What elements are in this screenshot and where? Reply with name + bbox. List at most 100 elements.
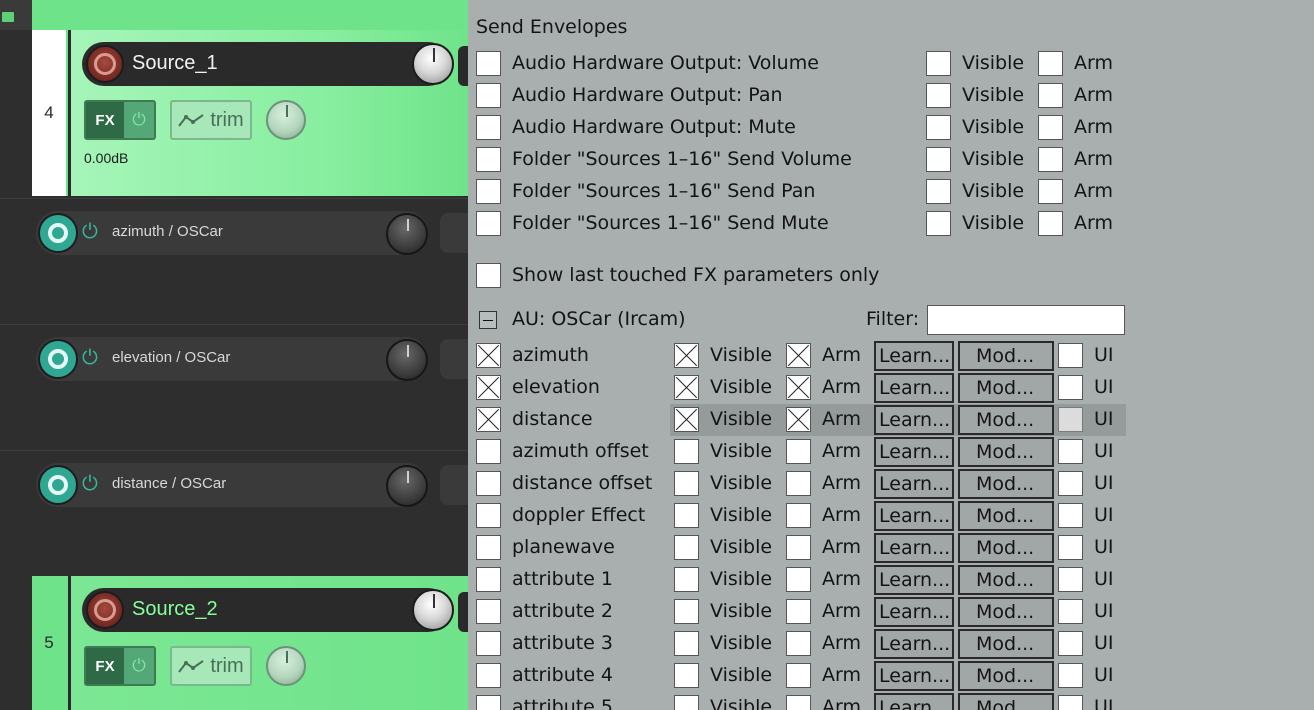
- visible-checkbox[interactable]: [674, 439, 699, 464]
- parameter-checkbox[interactable]: [476, 631, 501, 656]
- visible-checkbox[interactable]: [674, 535, 699, 560]
- learn-button[interactable]: Learn...: [874, 341, 954, 371]
- visible-checkbox[interactable]: [674, 471, 699, 496]
- envelope-value-knob[interactable]: [386, 465, 428, 507]
- send-envelope-checkbox[interactable]: [476, 83, 501, 108]
- parameter-checkbox[interactable]: [476, 695, 501, 710]
- learn-button[interactable]: Learn...: [874, 437, 954, 467]
- ui-checkbox[interactable]: [1058, 343, 1083, 368]
- arm-checkbox[interactable]: [786, 375, 811, 400]
- arm-checkbox[interactable]: [786, 343, 811, 368]
- io-button-stub[interactable]: [458, 592, 468, 632]
- fx-parameter-row[interactable]: doppler Effect Visible Arm Learn... Mod... UI: [468, 500, 1314, 532]
- envelope-name-bar[interactable]: ⏻ elevation / OSCar: [36, 337, 428, 381]
- track-name[interactable]: Source_2: [132, 598, 218, 621]
- mod-button[interactable]: Mod...: [958, 341, 1054, 371]
- fx-parameter-row[interactable]: attribute 3 Visible Arm Learn... Mod... UI: [468, 628, 1314, 660]
- ui-checkbox[interactable]: [1058, 663, 1083, 688]
- record-arm-button[interactable]: [86, 591, 124, 629]
- fx-button[interactable]: FX ⏻: [84, 646, 156, 686]
- envelope-arm-button[interactable]: [38, 213, 78, 253]
- pan-knob[interactable]: [266, 646, 306, 686]
- visible-checkbox[interactable]: [926, 147, 951, 172]
- power-icon[interactable]: ⏻: [82, 347, 98, 370]
- send-envelope-row[interactable]: Folder "Sources 1–16" Send Pan Visible Arm: [468, 176, 1314, 208]
- send-envelope-row[interactable]: Audio Hardware Output: Pan Visible Arm: [468, 80, 1314, 112]
- learn-button[interactable]: Learn...: [874, 469, 954, 499]
- arm-checkbox[interactable]: [786, 599, 811, 624]
- fx-parameter-row[interactable]: attribute 1 Visible Arm Learn... Mod... UI: [468, 564, 1314, 596]
- parameter-checkbox[interactable]: [476, 407, 501, 432]
- send-envelope-checkbox[interactable]: [476, 147, 501, 172]
- send-envelope-checkbox[interactable]: [476, 51, 501, 76]
- ui-checkbox[interactable]: [1058, 695, 1083, 710]
- learn-button[interactable]: Learn...: [874, 501, 954, 531]
- envelope-lane-azimuth[interactable]: ⏻ azimuth / OSCar: [0, 198, 468, 324]
- envelope-mode-stub[interactable]: [440, 465, 468, 505]
- visible-checkbox[interactable]: [674, 631, 699, 656]
- ui-checkbox[interactable]: [1058, 567, 1083, 592]
- arm-checkbox[interactable]: [1038, 147, 1063, 172]
- pan-knob[interactable]: [266, 100, 306, 140]
- ui-checkbox[interactable]: [1058, 407, 1083, 432]
- learn-button[interactable]: Learn...: [874, 629, 954, 659]
- mod-button[interactable]: Mod...: [958, 565, 1054, 595]
- ui-checkbox[interactable]: [1058, 535, 1083, 560]
- fx-parameter-row[interactable]: attribute 4 Visible Arm Learn... Mod... UI: [468, 660, 1314, 692]
- visible-checkbox[interactable]: [674, 599, 699, 624]
- visible-checkbox[interactable]: [674, 663, 699, 688]
- arm-checkbox[interactable]: [786, 695, 811, 710]
- envelope-name-bar[interactable]: ⏻ distance / OSCar: [36, 463, 428, 507]
- fx-parameter-row[interactable]: azimuth Visible Arm Learn... Mod... UI: [468, 340, 1314, 372]
- arm-checkbox[interactable]: [786, 567, 811, 592]
- fx-parameter-row[interactable]: distance offset Visible Arm Learn... Mod... U…: [468, 468, 1314, 500]
- arm-checkbox[interactable]: [786, 439, 811, 464]
- envelope-arm-button[interactable]: [38, 465, 78, 505]
- parameter-checkbox[interactable]: [476, 503, 501, 528]
- send-envelope-row[interactable]: Folder "Sources 1–16" Send Volume Visible…: [468, 144, 1314, 176]
- io-button-stub[interactable]: [458, 46, 468, 86]
- arm-checkbox[interactable]: [786, 503, 811, 528]
- visible-checkbox[interactable]: [674, 503, 699, 528]
- filter-input[interactable]: [927, 305, 1125, 335]
- mod-button[interactable]: Mod...: [958, 533, 1054, 563]
- ui-checkbox[interactable]: [1058, 503, 1083, 528]
- envelope-lane-distance[interactable]: ⏻ distance / OSCar: [0, 450, 468, 576]
- mod-button[interactable]: Mod...: [958, 661, 1054, 691]
- track-name[interactable]: Source_1: [132, 52, 218, 75]
- arm-checkbox[interactable]: [1038, 115, 1063, 140]
- envelope-arm-button[interactable]: [38, 339, 78, 379]
- mod-button[interactable]: Mod...: [958, 629, 1054, 659]
- fx-button[interactable]: FX ⏻: [84, 100, 156, 140]
- mod-button[interactable]: Mod...: [958, 373, 1054, 403]
- send-envelope-row[interactable]: Folder "Sources 1–16" Send Mute Visible Ar…: [468, 208, 1314, 240]
- track-name-bar[interactable]: Source_1: [82, 42, 454, 86]
- arm-checkbox[interactable]: [786, 535, 811, 560]
- parameter-checkbox[interactable]: [476, 599, 501, 624]
- show-last-touched-checkbox[interactable]: [476, 263, 501, 288]
- send-envelope-checkbox[interactable]: [476, 211, 501, 236]
- ui-checkbox[interactable]: [1058, 375, 1083, 400]
- fx-parameter-row[interactable]: planewave Visible Arm Learn... Mod... UI: [468, 532, 1314, 564]
- envelope-value-knob[interactable]: [386, 213, 428, 255]
- arm-checkbox[interactable]: [1038, 51, 1063, 76]
- parameter-checkbox[interactable]: [476, 375, 501, 400]
- envelope-value-knob[interactable]: [386, 339, 428, 381]
- volume-knob[interactable]: [412, 589, 454, 631]
- learn-button[interactable]: Learn...: [874, 693, 954, 710]
- power-icon[interactable]: ⏻: [82, 221, 98, 244]
- ui-checkbox[interactable]: [1058, 599, 1083, 624]
- learn-button[interactable]: Learn...: [874, 565, 954, 595]
- send-envelope-checkbox[interactable]: [476, 179, 501, 204]
- visible-checkbox[interactable]: [926, 51, 951, 76]
- arm-checkbox[interactable]: [1038, 211, 1063, 236]
- mod-button[interactable]: Mod...: [958, 693, 1054, 710]
- power-icon[interactable]: ⏻: [82, 473, 98, 496]
- minus-icon[interactable]: [479, 311, 497, 329]
- visible-checkbox[interactable]: [674, 567, 699, 592]
- volume-knob[interactable]: [412, 43, 454, 85]
- fx-bypass-power-icon[interactable]: ⏻: [124, 648, 154, 684]
- envelope-lane-elevation[interactable]: ⏻ elevation / OSCar: [0, 324, 468, 450]
- visible-checkbox[interactable]: [674, 407, 699, 432]
- learn-button[interactable]: Learn...: [874, 597, 954, 627]
